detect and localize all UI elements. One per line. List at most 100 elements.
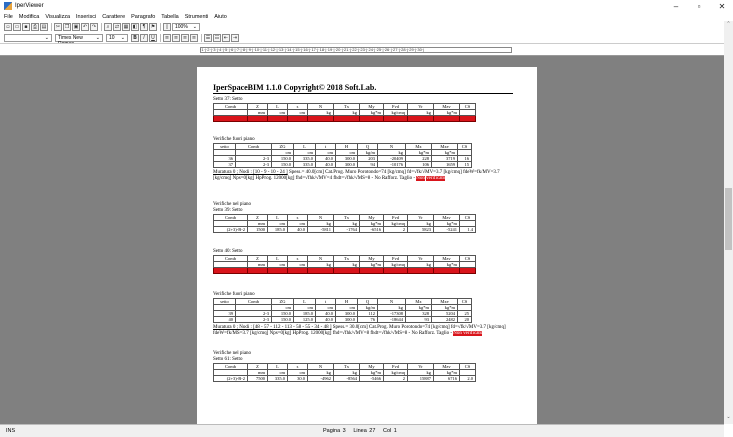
table-cell: 335.0 [293, 161, 316, 168]
table-cell: 2 [383, 115, 408, 122]
justify-icon[interactable]: ≡ [190, 33, 198, 42]
menu-file[interactable]: File [4, 14, 13, 20]
table-row-not-verified: (2+3)-B-2 1500 185.0 40.0 -4211 -2318 -8133 2 32… [213, 267, 476, 274]
verifica-table-setto-39: Comb Z Ls N Tx My Fvd Vr Mzv CS mm cm cm kg kg kg*m kg/… [213, 214, 476, 233]
muratura-nodes: Muratura 0 ; Nodi : [48 - 57 - 112 - 113… [213, 325, 332, 330]
menu-modifica[interactable]: Modifica [19, 14, 39, 20]
save-icon[interactable]: ▪ [22, 22, 30, 31]
insert-mode-indicator: INS [6, 428, 16, 434]
fuori-piano-table-1: setto Comb ZG Lt H Q N Mx Mxe CS cm cm cm cm kg/m kg kg… [213, 143, 472, 168]
menu-strumenti[interactable]: Strumenti [185, 14, 209, 20]
menu-carattere[interactable]: Carattere [102, 14, 125, 20]
table-cell: -5811 [307, 226, 334, 233]
not-verified-label: verificato [426, 176, 446, 181]
new-document-icon[interactable]: ▫ [4, 22, 12, 31]
table-cell: (2+3)-B-2 [213, 375, 248, 382]
cut-icon[interactable]: ✂ [54, 22, 62, 31]
menu-visualizza[interactable]: Visualizza [45, 14, 70, 20]
table-cell: 1659 [431, 161, 458, 168]
undo-icon[interactable]: ↶ [81, 22, 89, 31]
chevron-down-icon: ⌄ [95, 34, 100, 41]
status-bar: INS Pagina 3 Linea 27 Col 1 [0, 424, 724, 437]
toolbar-separator [101, 22, 102, 31]
bold-icon[interactable]: B [131, 33, 139, 42]
chevron-down-icon: ⌄ [120, 34, 125, 41]
zoom-select[interactable]: 100% ⌄ [172, 22, 200, 31]
table-cell: 1.55 [459, 115, 476, 122]
chevron-down-icon: ⌄ [192, 23, 197, 30]
table-cell: -4962 [307, 375, 334, 382]
close-button[interactable]: ✕ [711, 0, 733, 12]
align-right-icon[interactable]: ≡ [181, 33, 189, 42]
table-cell: 2-3 [235, 161, 272, 168]
table-cell: -7260 [433, 267, 460, 274]
copy-icon[interactable]: ❐ [63, 22, 71, 31]
underline-icon[interactable]: U [149, 33, 157, 42]
maximize-button[interactable]: ▫ [688, 0, 710, 12]
table-cell: (2+3)-B-2 [213, 115, 248, 122]
scroll-down-icon[interactable]: ⌄ [724, 414, 733, 420]
menu-paragrafo[interactable]: Paragrafo [131, 14, 155, 20]
menu-inserisci[interactable]: Inserisci [76, 14, 96, 20]
menu-tabella[interactable]: Tabella [161, 14, 178, 20]
table-cell: -5241 [433, 226, 460, 233]
fuori-piano-table-2: setto Comb ZG Lt H Q N Mx Mxe CS cm cm cm cm kg/m kg kg… [213, 298, 472, 323]
style-select[interactable]: ⌄ [4, 33, 52, 42]
align-center-icon[interactable]: ≡ [172, 33, 180, 42]
table-cell: -5466 [359, 375, 384, 382]
toolbar-separator [160, 33, 161, 42]
horizontal-ruler[interactable]: ·1·|·2·|·3·|·4·|·5·|·6·|·7·|·8·|·9·|·10·… [0, 43, 724, 56]
indent-decrease-icon[interactable]: ⇤ [222, 33, 230, 42]
menu-aiuto[interactable]: Aiuto [214, 14, 227, 20]
table-cell: 5823 [407, 226, 434, 233]
document-page[interactable]: IperSpaceBIM 1.1.0 Copyright© 2018 Soft.… [197, 67, 537, 424]
font-size-value: 10 [109, 34, 115, 41]
print-icon[interactable]: ⎙ [31, 22, 39, 31]
align-left-icon[interactable]: ≡ [163, 33, 171, 42]
table-cell: -4056 [333, 115, 360, 122]
page-indicator: Pagina 3 [323, 428, 346, 434]
table-cell: 150.0 [271, 161, 294, 168]
scroll-up-icon[interactable]: ⌃ [724, 21, 733, 27]
font-size-select[interactable]: 10 ⌄ [106, 33, 128, 42]
table-cell: 30.0 [287, 115, 308, 122]
table-cell: -1764 [333, 226, 360, 233]
document-workspace[interactable]: IperSpaceBIM 1.1.0 Copyright© 2018 Soft.… [0, 56, 724, 424]
minimize-button[interactable]: – [665, 0, 687, 12]
table-cell: 2 [383, 226, 408, 233]
insert-object-icon[interactable]: ◧ [131, 22, 139, 31]
replace-icon[interactable]: ⇄ [113, 22, 121, 31]
table-cell: -4211 [307, 267, 334, 274]
open-folder-icon[interactable]: ▭ [13, 22, 21, 31]
page-view-icon[interactable]: ▯ [163, 22, 171, 31]
table-cell: 94 [357, 161, 378, 168]
vertical-scrollbar[interactable]: ⌃ ⌄ [724, 21, 733, 424]
print-preview-icon[interactable]: ▤ [40, 22, 48, 31]
table-cell: 15887 [407, 375, 434, 382]
scrollbar-thumb[interactable] [725, 188, 732, 250]
verifica-table-setto-61: Comb Z Ls N Tx My Fvd Vr Mzv CS mm cm cm kg kg kg*m kg/… [213, 363, 476, 382]
table-cell: -11876 [307, 115, 334, 122]
menu-bar: File Modifica Visualizza Inserisci Carat… [0, 12, 733, 21]
find-icon[interactable]: ⌕ [104, 22, 112, 31]
table-cell: 125.0 [293, 316, 316, 323]
table-cell: 1500 [247, 267, 268, 274]
indent-increase-icon[interactable]: ⇥ [231, 33, 239, 42]
table-cell: 7500 [247, 115, 268, 122]
verifica-table-setto-40: Comb Z Ls N Tx My Fvd Vr Mzv CS mm cm cm kg kg kg*m kg/… [213, 255, 476, 274]
table-cell: 150.0 [271, 316, 294, 323]
table-row: 37 2-3 150.0 335.0 40.0 300.0 94 -10176 106 1659 1… [213, 161, 472, 168]
italic-icon[interactable]: I [140, 33, 148, 42]
paste-icon[interactable]: ▣ [72, 22, 80, 31]
font-select[interactable]: Times New Roman ⌄ [55, 33, 103, 47]
redo-icon[interactable]: ↷ [90, 22, 98, 31]
paragraph-marks-icon[interactable]: ¶ [140, 22, 148, 31]
table-cell: 3215 [407, 267, 434, 274]
table-cell: -6516 [359, 226, 384, 233]
insert-date-icon[interactable]: ▦ [122, 22, 130, 31]
bookmark-icon[interactable]: ⚑ [149, 22, 157, 31]
numbering-icon[interactable]: ☷ [213, 33, 221, 42]
bullets-icon[interactable]: ☰ [204, 33, 212, 42]
toolbar-separator [201, 33, 202, 42]
verifica-table-setto-37: Comb Z Ls N Tx My Fvd Vr Mzv CS mm cm cm kg kg kg*m kg/… [213, 103, 476, 122]
